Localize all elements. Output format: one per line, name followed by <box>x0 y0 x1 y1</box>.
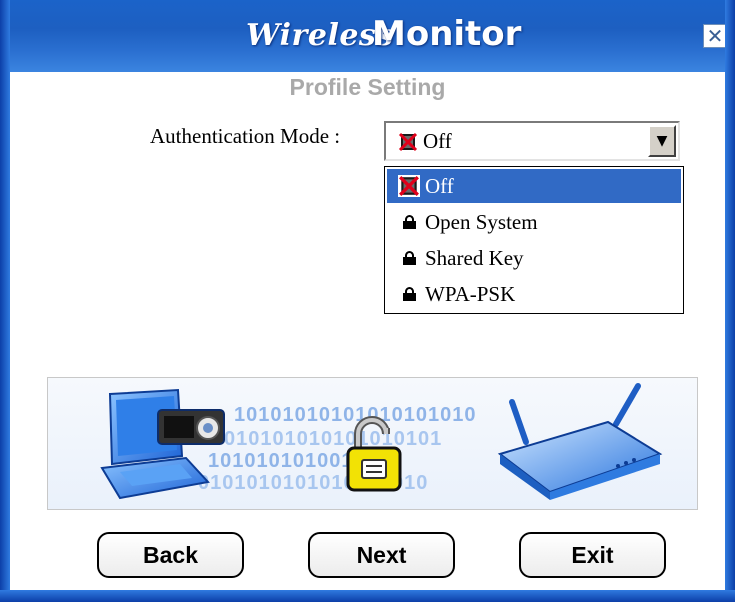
security-banner-image: 10101010101010101010 010101010101010101 … <box>47 377 698 510</box>
lock-icon <box>397 287 421 301</box>
disabled-x-icon <box>397 175 421 197</box>
chevron-down-icon: ▼ <box>656 133 668 149</box>
auth-option-label: WPA-PSK <box>425 281 516 306</box>
back-button[interactable]: Back <box>97 532 244 578</box>
auth-mode-select[interactable]: Off ▼ <box>384 121 680 161</box>
title-bar: Wireless Monitor ✕ <box>0 0 735 72</box>
app-window: Wireless Monitor ✕ Profile Setting Authe… <box>0 0 735 602</box>
window-frame-bottom <box>0 590 735 602</box>
lock-icon <box>397 215 421 229</box>
lock-icon <box>397 251 421 265</box>
wireless-router-icon <box>497 383 663 500</box>
auth-mode-dropdown-list: Off Open System Shared Key WPA-PSK <box>384 166 684 314</box>
page-subtitle: Profile Setting <box>289 74 446 100</box>
auth-option-wpa-psk[interactable]: WPA-PSK <box>387 277 681 311</box>
padlock-icon <box>346 416 402 492</box>
close-button[interactable]: ✕ <box>703 24 727 48</box>
auth-mode-label: Authentication Mode : <box>150 124 341 148</box>
auth-option-off[interactable]: Off <box>387 169 681 203</box>
auth-mode-selected: Off <box>398 129 452 154</box>
auth-option-label: Shared Key <box>425 245 524 270</box>
app-title-monitor: Monitor <box>372 14 522 54</box>
auth-option-label: Off <box>425 173 454 198</box>
laptop-camera-icon <box>100 388 225 500</box>
next-button[interactable]: Next <box>308 532 455 578</box>
dropdown-arrow-button[interactable]: ▼ <box>648 125 676 157</box>
auth-mode-selected-text: Off <box>423 129 452 153</box>
close-icon: ✕ <box>706 24 724 48</box>
auth-option-label: Open System <box>425 209 538 234</box>
disabled-x-icon <box>398 132 418 152</box>
auth-option-shared-key[interactable]: Shared Key <box>387 241 681 275</box>
binary-text-row: 010101010101010101 <box>224 428 443 450</box>
exit-button[interactable]: Exit <box>519 532 666 578</box>
auth-option-open-system[interactable]: Open System <box>387 205 681 239</box>
